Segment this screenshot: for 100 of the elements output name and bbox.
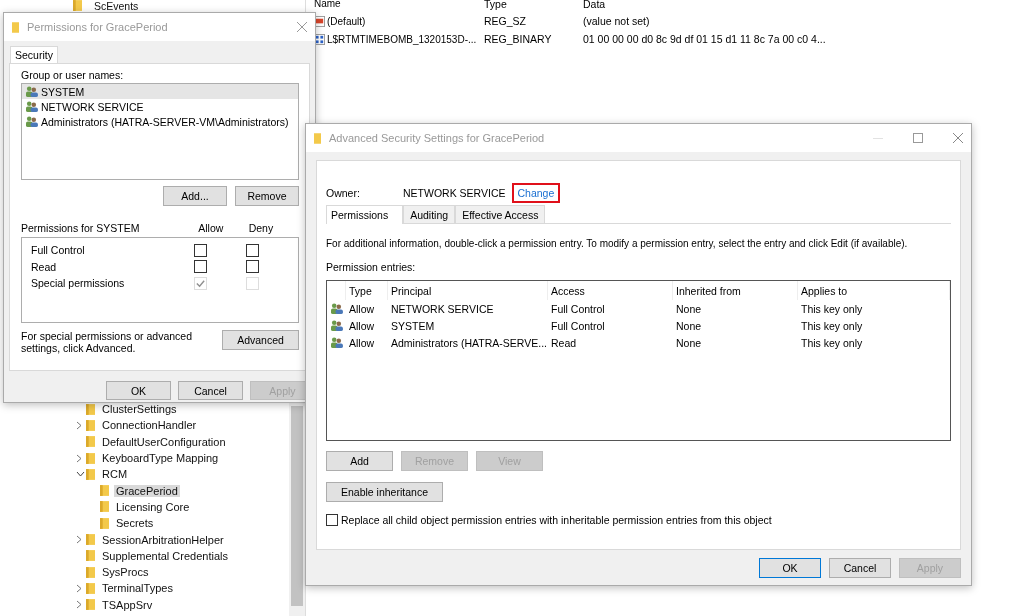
- tree-item[interactable]: SessionArbitrationHelper: [100, 533, 226, 546]
- scrollbar[interactable]: [289, 400, 305, 616]
- tree-item[interactable]: DefaultUserConfiguration: [100, 435, 228, 448]
- value-name[interactable]: L$RTMTIMEBOMB_1320153D-...: [327, 33, 477, 45]
- folder-icon: [86, 599, 95, 611]
- table-cell-text: SYSTEM: [390, 319, 436, 332]
- folder-icon: [86, 534, 95, 545]
- folder-icon: [86, 468, 95, 480]
- value-type: REG_SZ: [484, 15, 527, 27]
- users-icon: [25, 86, 38, 97]
- users-icon: [25, 116, 38, 127]
- table-cell-text: None: [675, 302, 703, 315]
- column-header[interactable]: Principal: [388, 281, 548, 300]
- table-cell-text: Allow: [348, 319, 376, 332]
- folder-icon: [86, 550, 95, 562]
- table-cell-text: Allow: [348, 302, 376, 315]
- checkbox[interactable]: [326, 514, 338, 526]
- tab[interactable]: Permissions: [326, 205, 404, 224]
- value-name[interactable]: (Default): [327, 15, 366, 27]
- checkbox[interactable]: [246, 243, 260, 257]
- dialog-button[interactable]: Remove: [235, 186, 299, 206]
- tree-item[interactable]: KeyboardType Mapping: [100, 452, 221, 465]
- column-header: Allow: [198, 222, 225, 234]
- tree-item[interactable]: Supplemental Credentials: [100, 549, 230, 562]
- folder-icon: [100, 485, 109, 497]
- table-cell-text: Read: [550, 336, 578, 349]
- column-header[interactable]: Inherited from: [673, 281, 798, 300]
- user-item[interactable]: NETWORK SERVICE: [22, 99, 298, 114]
- column-header[interactable]: Data: [583, 0, 830, 10]
- section-label: Permission entries:: [326, 261, 417, 273]
- close-icon[interactable]: [953, 133, 963, 143]
- table-cell-text: Administrators (HATRA-SERVE...: [390, 336, 548, 349]
- tab[interactable]: Auditing: [403, 205, 456, 223]
- folder-icon: [86, 436, 95, 448]
- close-icon[interactable]: [297, 22, 307, 32]
- checkbox[interactable]: [246, 260, 260, 274]
- users-icon: [25, 101, 38, 112]
- user-item[interactable]: Administrators (HATRA-SERVER-VM\Administrators): [22, 114, 298, 129]
- dialog-button[interactable]: OK: [759, 558, 821, 578]
- table-cell-text: This key only: [800, 336, 864, 349]
- user-item[interactable]: SYSTEM: [22, 84, 298, 99]
- table-cell-text: Full Control: [550, 319, 606, 332]
- info-text: For additional information, double-click a permission entry. To modify a permission entry, select the entry and click Edit (if available).: [326, 238, 909, 249]
- permission-label: Special permissions: [30, 277, 126, 290]
- checkbox-label[interactable]: Replace all child object permission entries with inheritable permission entries from this object: [341, 514, 772, 526]
- folder-icon: [12, 21, 19, 33]
- tree-item[interactable]: RCM: [100, 468, 130, 481]
- dialog-button[interactable]: Cancel: [178, 381, 243, 400]
- tree-item[interactable]: ConnectionHandler: [100, 419, 199, 432]
- dialog-button[interactable]: Add: [326, 451, 393, 471]
- change-link[interactable]: Change: [511, 183, 561, 203]
- checkbox[interactable]: [194, 260, 208, 274]
- folder-icon: [86, 582, 95, 594]
- tree-item[interactable]: TerminalTypes: [100, 582, 175, 595]
- folder-icon: [86, 566, 95, 578]
- column-header[interactable]: Name: [310, 0, 484, 9]
- enable-inheritance-button[interactable]: Enable inheritance: [326, 482, 443, 502]
- users-icon: [330, 303, 343, 314]
- maximize-icon[interactable]: [913, 133, 923, 143]
- permission-label: Read: [30, 260, 58, 273]
- column-header[interactable]: Type: [346, 281, 388, 300]
- tab[interactable]: Security: [10, 46, 58, 63]
- tree-item[interactable]: Secrets: [114, 517, 156, 530]
- tree-item[interactable]: ClusterSettings: [100, 403, 179, 416]
- tree-item[interactable]: GracePeriod: [114, 484, 180, 497]
- folder-icon: [86, 452, 95, 464]
- column-header[interactable]: Type: [484, 0, 583, 10]
- table-cell-text: NETWORK SERVICE: [390, 302, 495, 315]
- section-label: Group or user names:: [21, 68, 125, 82]
- column-header[interactable]: Applies to: [798, 281, 950, 300]
- tab[interactable]: Effective Access: [455, 205, 546, 223]
- section-label: Permissions for SYSTEM: [21, 222, 141, 234]
- permission-label: Full Control: [30, 244, 86, 257]
- table-cell-text: Allow: [348, 336, 376, 349]
- folder-icon: [73, 0, 82, 11]
- tree-item[interactable]: TSAppSrv: [100, 598, 155, 611]
- checkbox[interactable]: [194, 243, 208, 257]
- window-title: Advanced Security Settings for GracePeriod: [329, 132, 546, 144]
- table-cell-text: This key only: [800, 319, 864, 332]
- table-cell-text: None: [675, 319, 703, 332]
- value-data: (value not set): [583, 15, 651, 27]
- owner-name: NETWORK SERVICE: [403, 187, 506, 199]
- dialog-button[interactable]: OK: [106, 381, 171, 400]
- dialog-button[interactable]: Cancel: [829, 558, 891, 578]
- table-cell-text: None: [675, 336, 703, 349]
- tree-item[interactable]: ScEvents: [92, 0, 141, 12]
- folder-icon: [86, 403, 95, 415]
- table-cell-text: Full Control: [550, 302, 606, 315]
- folder-icon: [314, 132, 321, 144]
- owner-label: Owner:: [326, 187, 361, 199]
- tree-item[interactable]: Licensing Core: [114, 500, 192, 513]
- folder-icon: [100, 517, 109, 529]
- folder-icon: [100, 501, 109, 513]
- scrollbar-thumb[interactable]: [291, 406, 303, 606]
- dialog-button[interactable]: Add...: [163, 186, 227, 206]
- tree-item[interactable]: SysProcs: [100, 566, 151, 579]
- column-header[interactable]: Access: [548, 281, 673, 300]
- hint-text: For special permissions or advanced settings, click Advanced.: [21, 330, 193, 354]
- advanced-button[interactable]: Advanced: [222, 330, 299, 350]
- window-title: Permissions for GracePeriod: [27, 21, 169, 33]
